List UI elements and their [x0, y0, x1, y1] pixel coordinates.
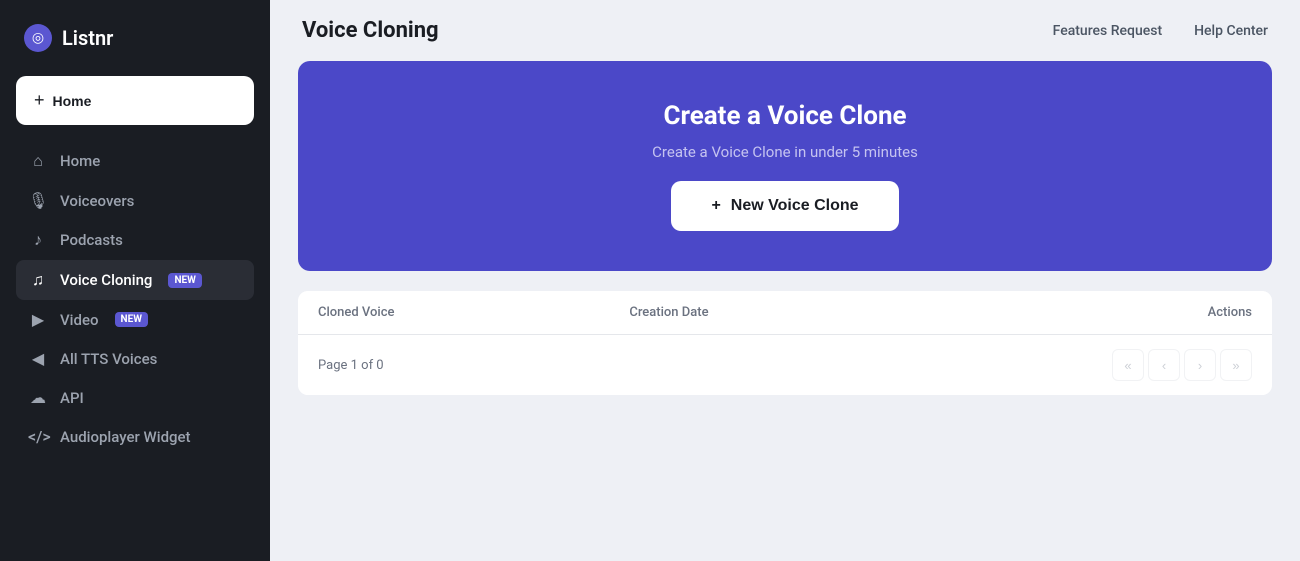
pagination-first-button[interactable]: «	[1112, 349, 1144, 381]
content-area: Create a Voice Clone Create a Voice Clon…	[270, 61, 1300, 561]
music-note-icon: ♪	[28, 230, 48, 250]
col-actions: Actions	[941, 305, 1252, 320]
pagination-next-button[interactable]: ›	[1184, 349, 1216, 381]
help-center-link[interactable]: Help Center	[1194, 23, 1268, 39]
cloned-voices-table: Cloned Voice Creation Date Actions Page …	[298, 291, 1272, 395]
new-tts-voiceover-button[interactable]: + Home	[16, 76, 254, 125]
double-right-icon: »	[1232, 358, 1239, 373]
left-chevron-icon: ‹	[1162, 358, 1166, 373]
home-icon: ⌂	[28, 151, 48, 171]
pagination-last-button[interactable]: »	[1220, 349, 1252, 381]
code-icon: </>	[28, 427, 48, 446]
voice-clone-icon: ♫	[28, 270, 48, 290]
hero-subtitle: Create a Voice Clone in under 5 minutes	[652, 143, 918, 161]
pagination-controls: « ‹ › »	[1112, 349, 1252, 381]
mic-icon: 🎙	[28, 191, 48, 210]
new-clone-plus-icon: +	[711, 197, 720, 215]
video-icon: ▶	[28, 310, 48, 329]
speaker-icon: ◀	[28, 349, 48, 368]
new-voice-clone-button[interactable]: + New Voice Clone	[671, 181, 898, 231]
sidebar-nav: ⌂ Home 🎙 Voiceovers ♪ Podcasts ♫ Voice C…	[16, 141, 254, 456]
right-chevron-icon: ›	[1198, 358, 1202, 373]
pagination-info: Page 1 of 0	[318, 358, 384, 373]
pagination-prev-button[interactable]: ‹	[1148, 349, 1180, 381]
video-badge: NEW	[115, 312, 148, 327]
sidebar-item-voice-cloning-label: Voice Cloning	[60, 271, 152, 289]
sidebar-item-audioplayer-widget-label: Audioplayer Widget	[60, 428, 191, 446]
features-request-link[interactable]: Features Request	[1053, 23, 1162, 39]
sidebar-item-api-label: API	[60, 389, 84, 407]
sidebar-item-voiceovers[interactable]: 🎙 Voiceovers	[16, 181, 254, 220]
main-content: Voice Cloning Features Request Help Cent…	[270, 0, 1300, 561]
sidebar-item-all-tts-voices[interactable]: ◀ All TTS Voices	[16, 339, 254, 378]
new-voiceover-label: Home	[53, 93, 92, 109]
plus-icon: +	[34, 90, 45, 111]
sidebar-item-audioplayer-widget[interactable]: </> Audioplayer Widget	[16, 417, 254, 456]
logo-area: ◎ Listnr	[16, 18, 254, 72]
table-header: Cloned Voice Creation Date Actions	[298, 291, 1272, 335]
cloud-icon: ☁	[28, 388, 48, 407]
sidebar-item-api[interactable]: ☁ API	[16, 378, 254, 417]
page-title: Voice Cloning	[302, 18, 439, 43]
table-footer: Page 1 of 0 « ‹ › »	[298, 335, 1272, 395]
double-left-icon: «	[1124, 358, 1131, 373]
logo-text: Listnr	[62, 26, 113, 50]
sidebar-item-video-label: Video	[60, 311, 99, 329]
sidebar-item-podcasts-label: Podcasts	[60, 231, 123, 249]
logo-icon: ◎	[24, 24, 52, 52]
sidebar-item-home-label: Home	[60, 152, 100, 170]
hero-title: Create a Voice Clone	[663, 101, 906, 131]
new-voice-clone-label: New Voice Clone	[731, 197, 859, 215]
sidebar-item-home[interactable]: ⌂ Home	[16, 141, 254, 181]
col-creation-date: Creation Date	[629, 305, 940, 320]
voice-cloning-badge: NEW	[168, 273, 201, 288]
col-cloned-voice: Cloned Voice	[318, 305, 629, 320]
sidebar-item-video[interactable]: ▶ Video NEW	[16, 300, 254, 339]
sidebar-item-voice-cloning[interactable]: ♫ Voice Cloning NEW	[16, 260, 254, 300]
sidebar-item-podcasts[interactable]: ♪ Podcasts	[16, 220, 254, 260]
sidebar: ◎ Listnr + Home ⌂ Home 🎙 Voiceovers ♪ Po…	[0, 0, 270, 561]
sidebar-item-all-tts-voices-label: All TTS Voices	[60, 350, 157, 368]
hero-banner: Create a Voice Clone Create a Voice Clon…	[298, 61, 1272, 271]
top-header: Voice Cloning Features Request Help Cent…	[270, 0, 1300, 61]
sidebar-item-voiceovers-label: Voiceovers	[60, 192, 134, 210]
header-links: Features Request Help Center	[1053, 23, 1268, 39]
